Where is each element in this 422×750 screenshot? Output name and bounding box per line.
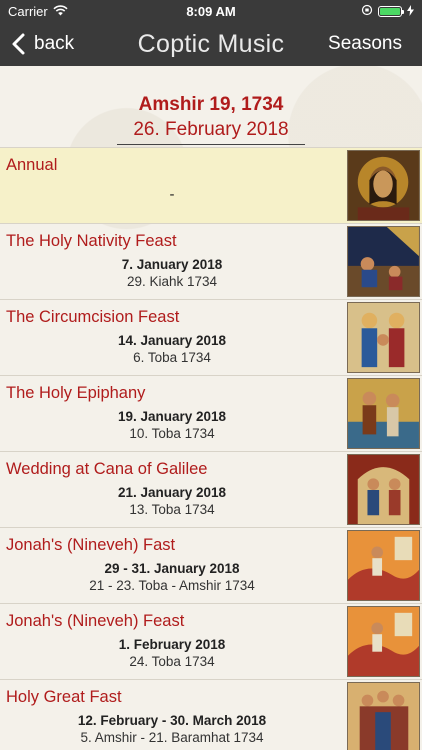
list-item-epiphany[interactable]: The Holy Epiphany 19. January 2018 10. T… xyxy=(0,375,422,451)
row-text: Annual - xyxy=(0,148,344,223)
row-coptic-date: 13. Toba 1734 xyxy=(129,502,215,517)
list-item-annual[interactable]: Annual - xyxy=(0,147,422,223)
row-text: The Holy Nativity Feast 7. January 2018 … xyxy=(0,224,344,299)
row-text: Jonah's (Nineveh) Fast 29 - 31. January … xyxy=(0,528,344,603)
row-title: The Holy Epiphany xyxy=(6,384,146,402)
row-title: Wedding at Cana of Galilee xyxy=(6,460,208,478)
jonah-whale-icon xyxy=(347,530,420,601)
row-coptic-date: 29. Kiahk 1734 xyxy=(126,274,218,289)
chevron-left-icon xyxy=(10,32,28,56)
row-title: The Circumcision Feast xyxy=(6,308,180,326)
row-gregorian-date: 12. February - 30. March 2018 xyxy=(77,713,267,728)
row-gregorian-date: 29 - 31. January 2018 xyxy=(104,561,240,576)
battery-icon xyxy=(378,5,404,17)
great-fast-icon xyxy=(347,682,420,750)
christ-pantocrator-icon xyxy=(347,150,420,221)
row-gregorian-date: 7. January 2018 xyxy=(121,257,223,272)
list-item-great-fast[interactable]: Holy Great Fast 12. February - 30. March… xyxy=(0,679,422,750)
date-header: Amshir 19, 1734 26. February 2018 xyxy=(0,66,422,152)
gregorian-date: 26. February 2018 xyxy=(117,119,305,145)
list-item-nativity[interactable]: The Holy Nativity Feast 7. January 2018 … xyxy=(0,223,422,299)
cana-wedding-icon xyxy=(347,454,420,525)
row-text: Wedding at Cana of Galilee 21. January 2… xyxy=(0,452,344,527)
circumcision-icon xyxy=(347,302,420,373)
epiphany-icon xyxy=(347,378,420,449)
season-list-view[interactable]: Amshir 19, 1734 26. February 2018 Annual… xyxy=(0,66,422,750)
back-button[interactable]: back xyxy=(0,32,110,56)
row-coptic-date: 24. Toba 1734 xyxy=(129,654,215,669)
row-coptic-date: 21 - 23. Toba - Amshir 1734 xyxy=(89,578,255,593)
status-left: Carrier xyxy=(8,4,128,19)
row-text: Jonah's (Nineveh) Feast 1. February 2018… xyxy=(0,604,344,679)
coptic-date: Amshir 19, 1734 xyxy=(138,94,284,115)
status-time: 8:09 AM xyxy=(186,3,236,19)
row-title: Holy Great Fast xyxy=(6,688,122,706)
row-title: Jonah's (Nineveh) Fast xyxy=(6,536,176,554)
row-gregorian-date: 21. January 2018 xyxy=(117,485,227,500)
row-coptic-date: 6. Toba 1734 xyxy=(133,350,211,365)
page-title: Coptic Music xyxy=(137,29,285,58)
row-text: Holy Great Fast 12. February - 30. March… xyxy=(0,680,344,750)
list-item-jonah-feast[interactable]: Jonah's (Nineveh) Feast 1. February 2018… xyxy=(0,603,422,679)
row-gregorian-date: 19. January 2018 xyxy=(117,409,227,424)
row-dash: - xyxy=(169,186,175,203)
row-coptic-date: 10. Toba 1734 xyxy=(129,426,215,441)
row-text: The Circumcision Feast 14. January 2018 … xyxy=(0,300,344,375)
carrier-label: Carrier xyxy=(8,3,48,19)
row-gregorian-date: 14. January 2018 xyxy=(117,333,227,348)
navigation-bar: back Coptic Music Seasons xyxy=(0,22,422,66)
list-item-jonah-fast[interactable]: Jonah's (Nineveh) Fast 29 - 31. January … xyxy=(0,527,422,603)
charging-icon xyxy=(407,4,414,19)
row-title: Annual xyxy=(6,156,58,174)
list-item-cana-wedding[interactable]: Wedding at Cana of Galilee 21. January 2… xyxy=(0,451,422,527)
row-gregorian-date: 1. February 2018 xyxy=(118,637,226,652)
jonah-whale-icon xyxy=(347,606,420,677)
row-coptic-date: 5. Amshir - 21. Baramhat 1734 xyxy=(80,730,264,745)
seasons-button[interactable]: Seasons xyxy=(312,33,422,55)
nativity-icon xyxy=(347,226,420,297)
status-bar: Carrier 8:09 AM xyxy=(0,0,422,22)
list-item-circumcision[interactable]: The Circumcision Feast 14. January 2018 … xyxy=(0,299,422,375)
row-title: The Holy Nativity Feast xyxy=(6,232,177,250)
row-title: Jonah's (Nineveh) Feast xyxy=(6,612,185,630)
back-label: back xyxy=(34,33,75,54)
orientation-lock-icon xyxy=(361,4,373,19)
status-right xyxy=(294,4,414,19)
wifi-icon xyxy=(53,4,68,19)
row-text: The Holy Epiphany 19. January 2018 10. T… xyxy=(0,376,344,451)
